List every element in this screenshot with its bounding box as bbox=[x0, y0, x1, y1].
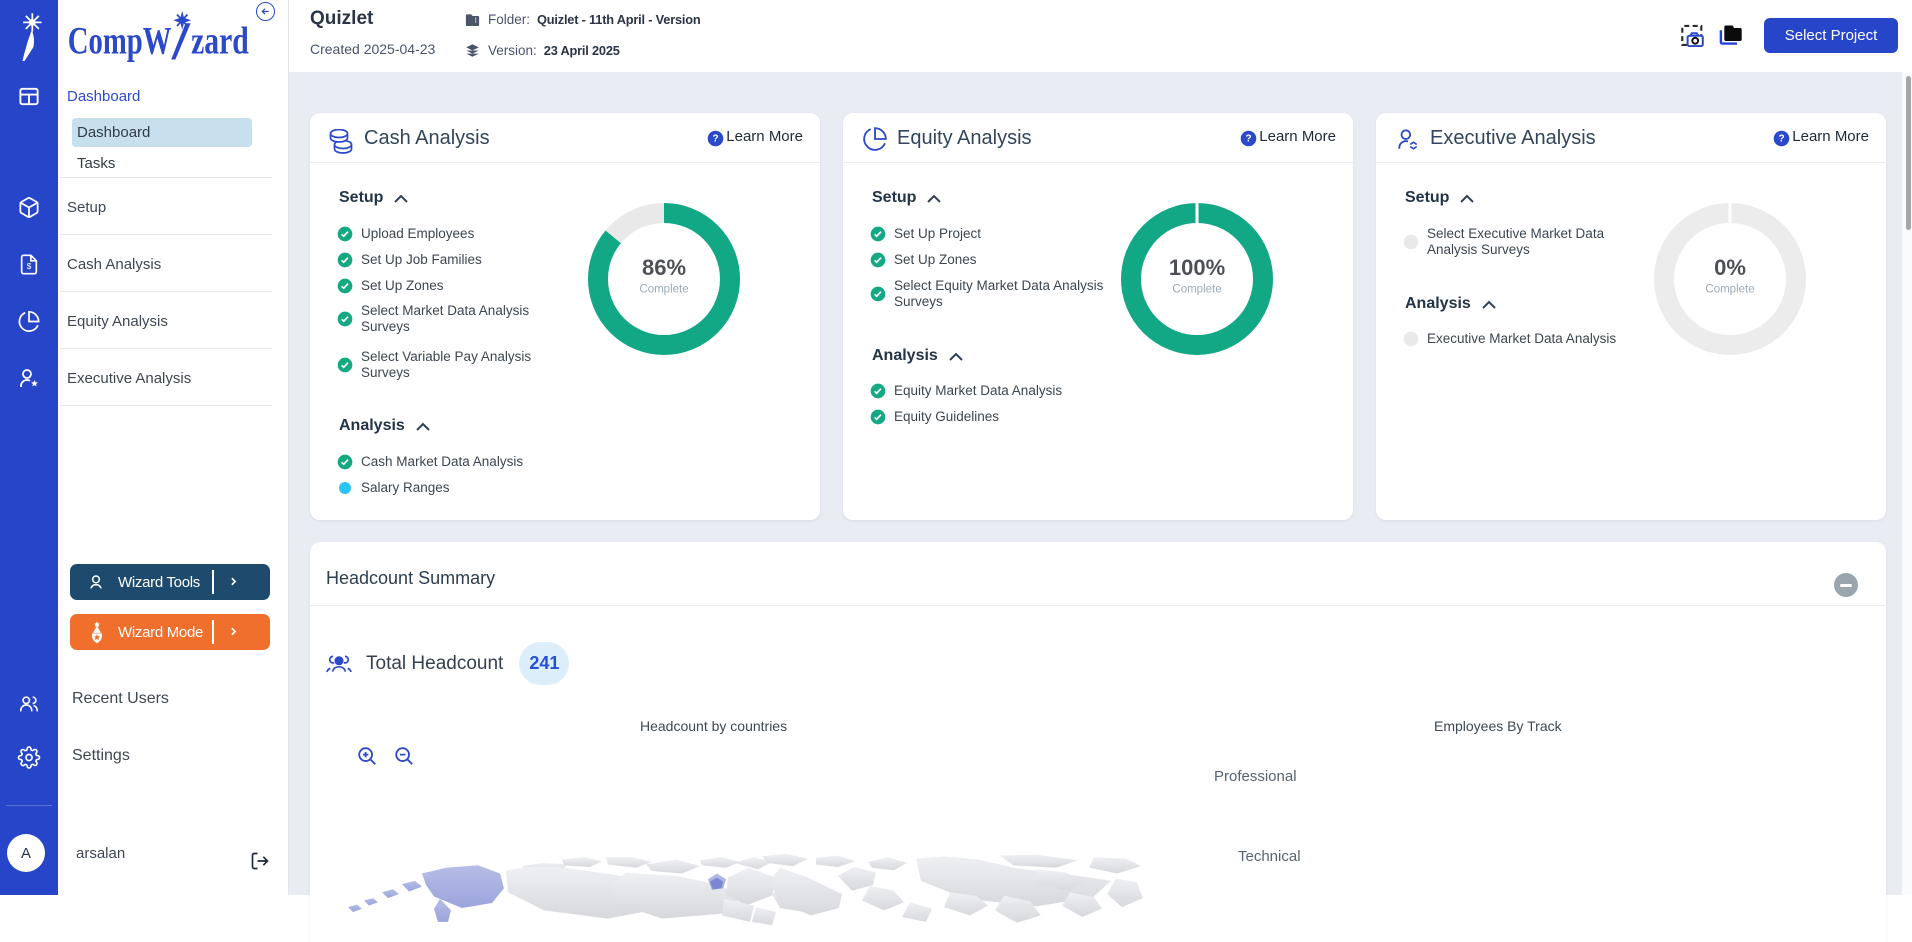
svg-text:86%: 86% bbox=[642, 255, 686, 280]
svg-text:Complete: Complete bbox=[639, 284, 688, 296]
svg-text:?: ? bbox=[1778, 134, 1784, 145]
svg-text:?: ? bbox=[1245, 134, 1251, 145]
svg-text:Complete: Complete bbox=[1705, 284, 1754, 296]
svg-text:CompW: CompW bbox=[68, 20, 172, 63]
svg-text:?: ? bbox=[712, 134, 718, 145]
svg-text:0%: 0% bbox=[1714, 255, 1746, 280]
svg-text:$: $ bbox=[27, 262, 32, 271]
svg-text:Complete: Complete bbox=[1172, 284, 1221, 296]
svg-text:zard: zard bbox=[191, 20, 249, 63]
svg-text:100%: 100% bbox=[1169, 255, 1225, 280]
